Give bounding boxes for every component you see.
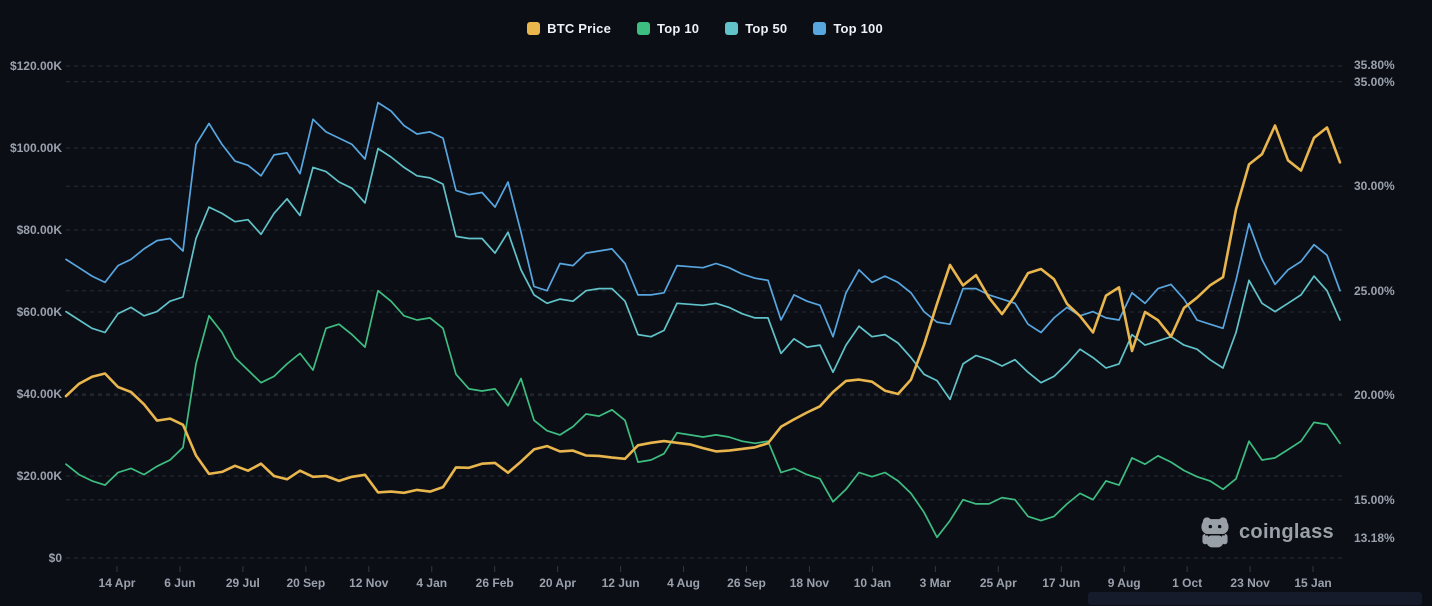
legend-label: Top 10 <box>657 21 699 36</box>
x-axis-label: 25 Apr <box>980 576 1017 590</box>
y-axis-right-label: 20.00% <box>1354 388 1395 402</box>
y-axis-right-label: 13.18% <box>1354 531 1395 545</box>
coinglass-watermark: coinglass <box>1200 516 1334 548</box>
x-axis-label: 20 Sep <box>286 576 325 590</box>
x-axis-label: 6 Jun <box>164 576 195 590</box>
top-10-swatch-icon <box>637 22 650 35</box>
y-axis-right-label: 35.80% <box>1354 58 1395 72</box>
x-axis-label: 10 Jan <box>854 576 891 590</box>
legend-label: BTC Price <box>547 21 611 36</box>
x-axis-label: 26 Sep <box>727 576 766 590</box>
legend-item-top-50[interactable]: Top 50 <box>725 21 787 36</box>
x-axis-label: 18 Nov <box>790 576 829 590</box>
legend-label: Top 100 <box>833 21 883 36</box>
legend-item-btc-price[interactable]: BTC Price <box>527 21 611 36</box>
y-axis-left-label: $120.00K <box>0 59 62 73</box>
legend-item-top-10[interactable]: Top 10 <box>637 21 699 36</box>
chart-scrollbar[interactable] <box>1088 592 1422 605</box>
x-axis-label: 20 Apr <box>539 576 576 590</box>
y-axis-left-label: $40.00K <box>0 387 62 401</box>
y-axis-left-label: $80.00K <box>0 223 62 237</box>
x-axis-label: 23 Nov <box>1230 576 1269 590</box>
y-axis-right-label: 15.00% <box>1354 493 1395 507</box>
top-100-swatch-icon <box>813 22 826 35</box>
top-50-swatch-icon <box>725 22 738 35</box>
y-axis-left-label: $20.00K <box>0 469 62 483</box>
y-axis-right-label: 30.00% <box>1354 179 1395 193</box>
y-axis-left-label: $60.00K <box>0 305 62 319</box>
x-axis-label: 29 Jul <box>226 576 260 590</box>
y-axis-right-label: 25.00% <box>1354 284 1395 298</box>
x-axis-label: 15 Jan <box>1294 576 1331 590</box>
legend-item-top-100[interactable]: Top 100 <box>813 21 883 36</box>
x-axis-label: 17 Jun <box>1042 576 1080 590</box>
chart-legend: BTC Price Top 10 Top 50 Top 100 <box>0 21 1410 36</box>
x-axis-label: 12 Jun <box>602 576 640 590</box>
x-axis-label: 12 Nov <box>349 576 388 590</box>
coinglass-bear-icon <box>1200 516 1230 548</box>
x-axis-label: 1 Oct <box>1172 576 1202 590</box>
x-axis-label: 4 Jan <box>416 576 447 590</box>
y-axis-left-label: $0 <box>0 551 62 565</box>
x-axis-label: 26 Feb <box>476 576 514 590</box>
y-axis-right-label: 35.00% <box>1354 75 1395 89</box>
chart-panel: BTC Price Top 10 Top 50 Top 100 <box>0 0 1432 606</box>
x-axis-label: 3 Mar <box>920 576 951 590</box>
watermark-label: coinglass <box>1239 521 1334 544</box>
y-axis-left-label: $100.00K <box>0 141 62 155</box>
btc-price-swatch-icon <box>527 22 540 35</box>
x-axis-label: 9 Aug <box>1108 576 1141 590</box>
x-axis-label: 4 Aug <box>667 576 700 590</box>
legend-label: Top 50 <box>745 21 787 36</box>
x-axis-label: 14 Apr <box>99 576 136 590</box>
